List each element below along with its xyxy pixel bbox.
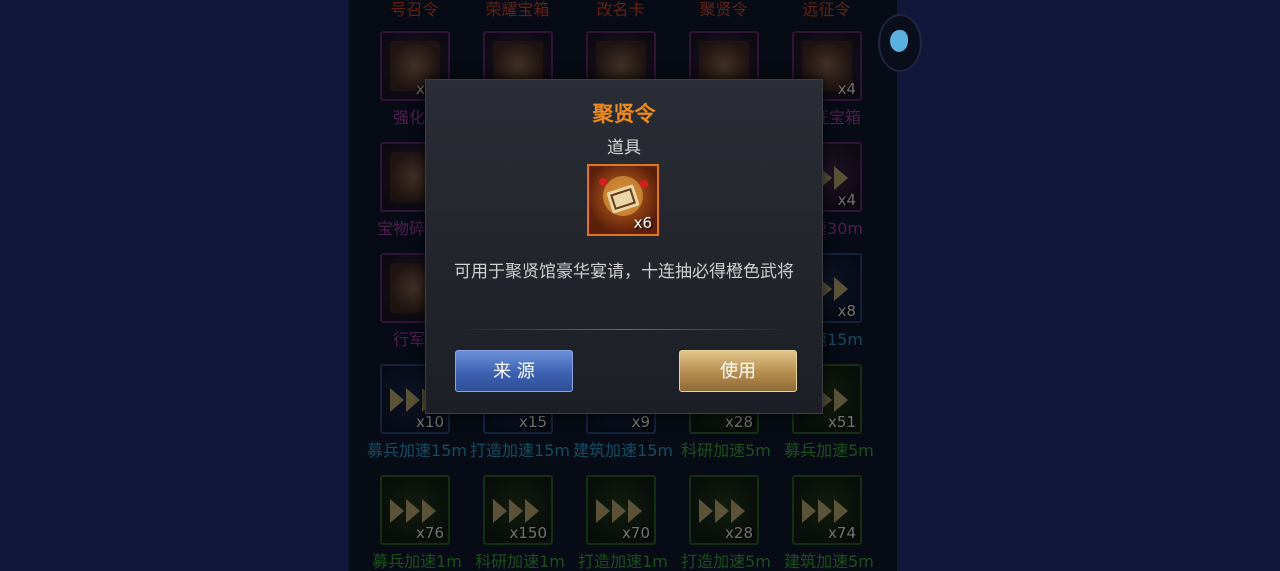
source-button[interactable]: 来 源 [455,350,573,392]
item-icon-frame: x6 [587,164,659,236]
item-count: x6 [633,214,652,232]
item-type: 道具 [607,138,641,158]
divider [454,329,794,330]
item-detail-dialog: 聚贤令 道具 x6 可用于聚贤馆豪华宴请，十连抽必得橙色武将 来 源 使用 [425,79,823,414]
pet-avatar-button[interactable] [878,14,922,72]
bird-icon [890,30,908,52]
item-title: 聚贤令 [592,102,656,126]
use-button[interactable]: 使用 [679,350,797,392]
item-description: 可用于聚贤馆豪华宴请，十连抽必得橙色武将 [454,262,794,282]
